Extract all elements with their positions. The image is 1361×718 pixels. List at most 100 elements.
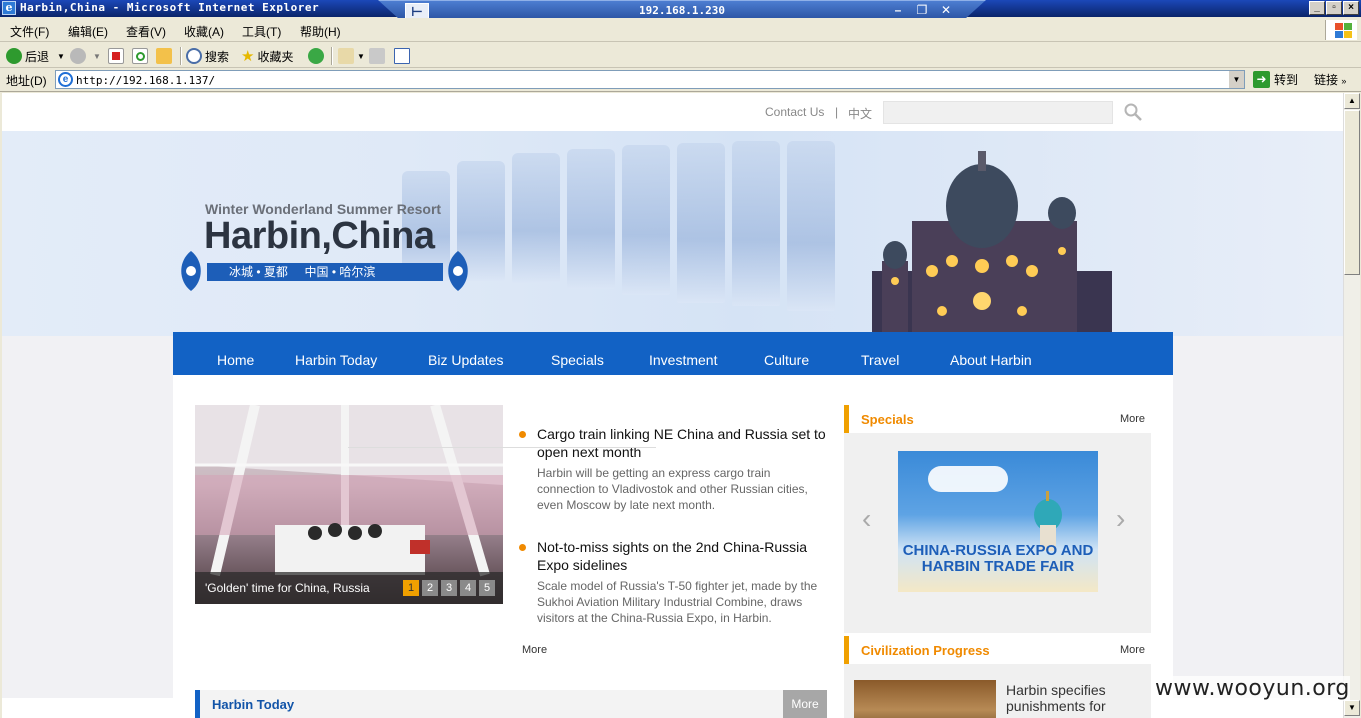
back-arrow-icon <box>6 48 22 64</box>
site-search-input[interactable] <box>883 101 1113 124</box>
chinese-language-link[interactable]: 中文 <box>848 105 872 122</box>
stop-button[interactable] <box>108 47 127 65</box>
go-label: 转到 <box>1274 73 1299 87</box>
history-button[interactable] <box>308 47 327 65</box>
chevron-down-icon[interactable]: ▼ <box>357 52 365 61</box>
nav-about-harbin[interactable]: About Harbin <box>950 352 1032 368</box>
news-title[interactable]: Not-to-miss sights on the 2nd China-Russ… <box>537 538 827 574</box>
contact-us-link[interactable]: Contact Us <box>765 105 824 119</box>
specials-title[interactable]: Specials <box>861 412 914 427</box>
ornament-right-icon <box>448 251 468 291</box>
scroll-up-icon[interactable]: ▲ <box>1344 93 1360 109</box>
address-input[interactable]: e http://192.168.1.137/ ▼ <box>55 70 1245 89</box>
menu-tools[interactable]: 工具(T) <box>242 23 281 40</box>
harbin-today-header: Harbin Today More <box>195 690 827 718</box>
restore-button[interactable]: ▫ <box>1326 1 1342 15</box>
specials-more-link[interactable]: More <box>1120 413 1145 425</box>
slide-page-2[interactable]: 2 <box>422 580 438 596</box>
search-button[interactable]: 搜索 <box>186 47 229 65</box>
rdp-restore-button[interactable]: ❐ <box>913 3 931 18</box>
ice-sculpture <box>732 141 780 306</box>
nav-home[interactable]: Home <box>217 352 254 368</box>
nav-harbin-today[interactable]: Harbin Today <box>295 352 377 368</box>
mail-button[interactable]: ▼ <box>338 47 365 65</box>
menu-view[interactable]: 查看(V) <box>126 23 166 40</box>
menu-help[interactable]: 帮助(H) <box>300 23 341 40</box>
favorites-label: 收藏夹 <box>257 49 294 64</box>
search-label: 搜索 <box>205 49 230 64</box>
chevron-down-icon[interactable]: ▼ <box>57 52 65 61</box>
home-icon <box>156 48 172 64</box>
search-icon[interactable] <box>1124 103 1142 121</box>
main-navigation: Home Harbin Today Biz Updates Specials I… <box>173 332 1173 375</box>
nav-investment[interactable]: Investment <box>649 352 717 368</box>
news-more-link[interactable]: More <box>522 644 547 656</box>
menu-edit[interactable]: 编辑(E) <box>68 23 108 40</box>
favorites-button[interactable]: ★ 收藏夹 <box>241 47 293 65</box>
nav-culture[interactable]: Culture <box>764 352 809 368</box>
slide-caption[interactable]: 'Golden' time for China, Russia <box>205 581 370 595</box>
rdp-minimize-button[interactable]: – <box>889 3 907 18</box>
page-viewport: Contact Us | 中文 Winter Wonderland Summer… <box>2 93 1343 718</box>
harbin-today-more-button[interactable]: More <box>783 690 827 718</box>
site-logo-title[interactable]: Harbin,China <box>204 215 435 258</box>
print-button[interactable] <box>369 47 388 65</box>
refresh-button[interactable] <box>132 47 151 65</box>
ice-sculpture <box>787 141 835 311</box>
slide-page-3[interactable]: 3 <box>441 580 457 596</box>
civilization-thumbnail[interactable] <box>854 680 996 718</box>
stop-icon <box>108 48 124 64</box>
forward-button[interactable]: ▼ <box>70 47 101 65</box>
headline-slideshow[interactable]: 'Golden' time for China, Russia 1 2 3 4 … <box>195 405 503 604</box>
watermark: www.wooyun.org <box>1155 676 1350 701</box>
nav-specials[interactable]: Specials <box>551 352 604 368</box>
slide-page-1[interactable]: 1 <box>403 580 419 596</box>
links-button[interactable]: 链接 » <box>1314 71 1346 88</box>
rdp-close-button[interactable]: ✕ <box>937 3 955 18</box>
windows-flag-icon <box>1325 20 1357 40</box>
minimize-button[interactable]: _ <box>1309 1 1325 15</box>
harbin-today-title[interactable]: Harbin Today <box>212 697 294 712</box>
home-button[interactable] <box>156 47 175 65</box>
slide-page-5[interactable]: 5 <box>479 580 495 596</box>
civilization-title[interactable]: Civilization Progress <box>861 643 990 658</box>
toolbar: 后退 ▼ ▼ 搜索 ★ 收藏夹 ▼ <box>0 43 1361 68</box>
specials-box: Specials More ‹ CHINA-RUSSIA EXPO AND HA… <box>844 405 1151 633</box>
slide-page-4[interactable]: 4 <box>460 580 476 596</box>
cloud-shape <box>928 466 1008 492</box>
slide-caption-bar: 'Golden' time for China, Russia 1 2 3 4 … <box>195 572 503 604</box>
edit-button[interactable] <box>394 47 413 65</box>
chevron-down-icon[interactable]: ▼ <box>93 52 101 61</box>
printer-icon <box>369 48 385 64</box>
scroll-thumb[interactable] <box>1344 110 1360 275</box>
news-title[interactable]: Cargo train linking NE China and Russia … <box>537 425 827 461</box>
menu-file[interactable]: 文件(F) <box>10 23 49 40</box>
edit-page-icon <box>394 48 410 64</box>
specials-banner-image[interactable]: CHINA-RUSSIA EXPO AND HARBIN TRADE FAIR <box>898 451 1098 592</box>
close-button[interactable]: × <box>1343 1 1359 15</box>
civilization-item-title[interactable]: Harbin specifies punishments for <box>1006 682 1146 714</box>
menu-favorites[interactable]: 收藏(A) <box>184 23 224 40</box>
news-divider <box>348 447 656 448</box>
forward-arrow-icon <box>70 48 86 64</box>
scroll-down-icon[interactable]: ▼ <box>1344 700 1360 716</box>
star-icon: ★ <box>241 48 255 65</box>
ice-sculpture <box>567 149 615 289</box>
chevron-right-icon[interactable]: › <box>1116 503 1125 535</box>
back-button[interactable]: 后退 ▼ <box>6 47 65 65</box>
ie-page-icon: e <box>58 72 73 87</box>
nav-biz-updates[interactable]: Biz Updates <box>428 352 503 368</box>
address-bar: 地址(D) e http://192.168.1.137/ ▼ ➜ 转到 链接 … <box>0 68 1361 92</box>
chevron-right-icon: » <box>1341 76 1347 86</box>
site-banner: Winter Wonderland Summer Resort Harbin,C… <box>2 131 1343 336</box>
news-summary: Scale model of Russia's T-50 fighter jet… <box>537 579 818 625</box>
address-url[interactable]: http://192.168.1.137/ <box>76 74 215 87</box>
address-dropdown-icon[interactable]: ▼ <box>1228 71 1244 88</box>
ice-sculpture <box>677 143 725 303</box>
civilization-header: Civilization Progress More <box>844 636 1151 664</box>
nav-travel[interactable]: Travel <box>861 352 899 368</box>
civilization-more-link[interactable]: More <box>1120 644 1145 656</box>
go-button[interactable]: ➜ 转到 <box>1253 71 1298 88</box>
vertical-scrollbar[interactable]: ▲ ▼ <box>1343 93 1360 718</box>
chevron-left-icon[interactable]: ‹ <box>862 503 871 535</box>
